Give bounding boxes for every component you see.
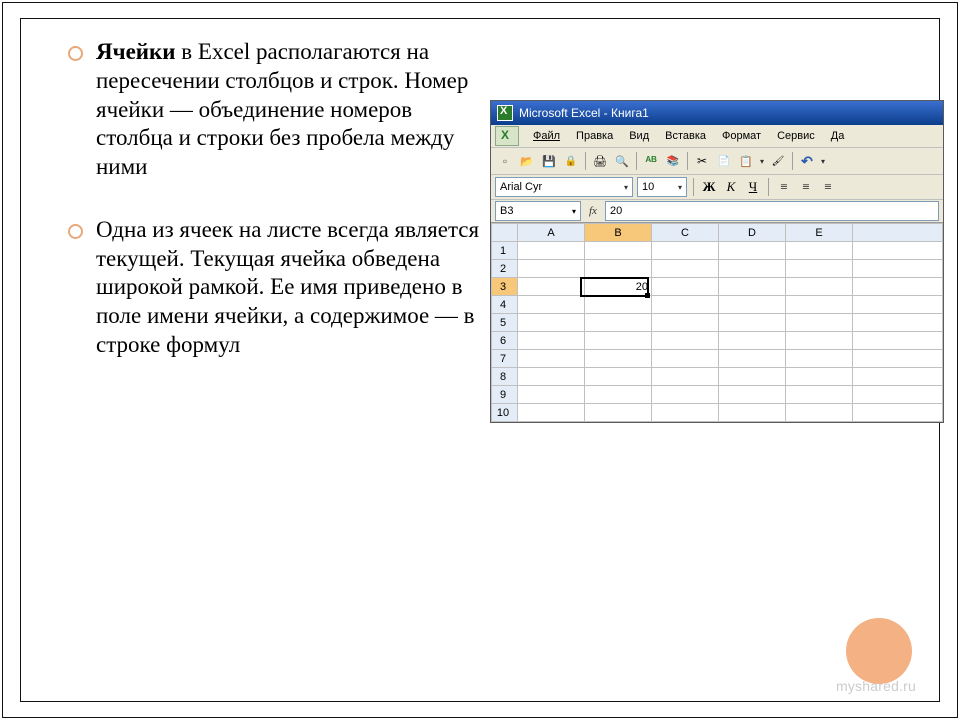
chevron-down-icon: ▾ (620, 183, 628, 192)
select-all-corner[interactable] (492, 224, 518, 242)
separator (693, 178, 694, 196)
row-3[interactable]: 3 (492, 278, 518, 296)
format-painter-icon[interactable] (768, 151, 788, 171)
column-header-row: A B C D E (492, 224, 943, 242)
bullet-2: Одна из ячеек на листе всегда является т… (68, 216, 488, 360)
slide: Ячейки в Excel располагаются на пересече… (0, 0, 960, 720)
font-name-combo[interactable]: Arial Cyr ▾ (495, 177, 633, 197)
col-C[interactable]: C (652, 224, 719, 242)
menu-tools[interactable]: Сервис (769, 128, 823, 144)
excel-doc-icon[interactable] (495, 126, 519, 146)
excel-screenshot: Microsoft Excel - Книга1 Файл Правка Вид… (490, 100, 944, 423)
permission-icon[interactable] (561, 151, 581, 171)
row-9[interactable]: 9 (492, 386, 518, 404)
separator (585, 152, 586, 170)
col-D[interactable]: D (719, 224, 786, 242)
bullet-1-bold: Ячейки (96, 39, 176, 64)
grid-table: A B C D E 1 2 3 20 4 5 6 7 8 9 10 (491, 223, 943, 422)
bullet-list: Ячейки в Excel располагаются на пересече… (68, 38, 488, 360)
paste-dropdown-icon[interactable]: ▾ (758, 152, 766, 170)
menu-view[interactable]: Вид (621, 128, 657, 144)
row-5[interactable]: 5 (492, 314, 518, 332)
align-center-icon[interactable] (797, 178, 815, 196)
excel-app-icon (497, 105, 513, 121)
align-right-icon[interactable] (819, 178, 837, 196)
font-size-combo[interactable]: 10 ▾ (637, 177, 687, 197)
align-left-icon[interactable] (775, 178, 793, 196)
excel-formula-bar: B3 ▾ fx 20 (491, 200, 943, 223)
italic-button[interactable]: К (722, 178, 740, 196)
bold-button[interactable]: Ж (700, 178, 718, 196)
font-size-value: 10 (642, 181, 654, 193)
menu-file[interactable]: Файл (525, 128, 568, 144)
fx-label[interactable]: fx (585, 205, 601, 217)
row-2[interactable]: 2 (492, 260, 518, 278)
font-name-value: Arial Cyr (500, 181, 542, 193)
row-8[interactable]: 8 (492, 368, 518, 386)
decorative-circle (846, 618, 912, 684)
paste-icon[interactable] (736, 151, 756, 171)
spellcheck-icon[interactable] (641, 151, 661, 171)
chevron-down-icon: ▾ (674, 183, 682, 192)
excel-title: Microsoft Excel - Книга1 (519, 106, 649, 120)
name-box-value: B3 (500, 205, 513, 217)
col-B[interactable]: B (585, 224, 652, 242)
separator (792, 152, 793, 170)
row-4[interactable]: 4 (492, 296, 518, 314)
col-E[interactable]: E (786, 224, 853, 242)
separator (636, 152, 637, 170)
cell-B3[interactable]: 20 (585, 278, 652, 296)
menu-edit[interactable]: Правка (568, 128, 621, 144)
cut-icon[interactable] (692, 151, 712, 171)
text-content: Ячейки в Excel располагаются на пересече… (68, 38, 488, 394)
formula-input[interactable]: 20 (605, 201, 939, 221)
excel-grid: A B C D E 1 2 3 20 4 5 6 7 8 9 10 (491, 223, 943, 422)
excel-titlebar: Microsoft Excel - Книга1 (491, 101, 943, 125)
excel-format-bar: Arial Cyr ▾ 10 ▾ Ж К Ч (491, 175, 943, 200)
undo-dropdown-icon[interactable]: ▾ (819, 152, 827, 170)
bullet-1: Ячейки в Excel располагаются на пересече… (68, 38, 488, 182)
row-6[interactable]: 6 (492, 332, 518, 350)
formula-value: 20 (610, 205, 622, 217)
research-icon[interactable] (663, 151, 683, 171)
preview-icon[interactable] (612, 151, 632, 171)
new-icon[interactable] (495, 151, 515, 171)
copy-icon[interactable] (714, 151, 734, 171)
excel-menubar: Файл Правка Вид Вставка Формат Сервис Да (491, 125, 943, 148)
menu-insert[interactable]: Вставка (657, 128, 714, 144)
watermark: myshared.ru (836, 678, 916, 694)
name-box[interactable]: B3 ▾ (495, 201, 581, 221)
print-icon[interactable] (590, 151, 610, 171)
row-1[interactable]: 1 (492, 242, 518, 260)
separator (768, 178, 769, 196)
underline-button[interactable]: Ч (744, 178, 762, 196)
row-7[interactable]: 7 (492, 350, 518, 368)
excel-toolbar: ▾ ▾ (491, 148, 943, 175)
undo-icon[interactable] (797, 151, 817, 171)
save-icon[interactable] (539, 151, 559, 171)
chevron-down-icon: ▾ (572, 207, 576, 216)
col-extra[interactable] (853, 224, 943, 242)
open-icon[interactable] (517, 151, 537, 171)
row-10[interactable]: 10 (492, 404, 518, 422)
bullet-2-text: Одна из ячеек на листе всегда является т… (96, 217, 479, 357)
menu-format[interactable]: Формат (714, 128, 769, 144)
separator (687, 152, 688, 170)
col-A[interactable]: A (518, 224, 585, 242)
menu-data[interactable]: Да (823, 128, 853, 144)
